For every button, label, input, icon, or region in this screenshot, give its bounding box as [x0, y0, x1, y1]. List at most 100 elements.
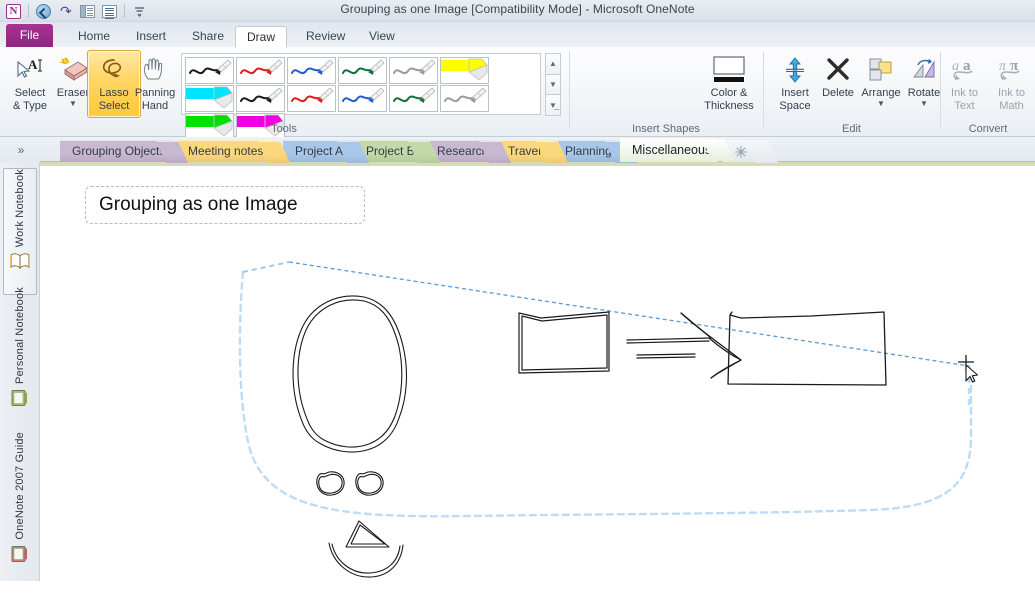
section-tab-label: Travel	[508, 144, 541, 158]
ink-drawing	[238, 261, 973, 578]
delete-icon	[825, 54, 851, 86]
page-canvas[interactable]: Grouping as one Image	[41, 166, 1035, 581]
ink-to-math-label-2: Math	[999, 100, 1024, 112]
notebook-work-notebook[interactable]: Work Notebook	[3, 168, 37, 295]
window-title: Grouping as one Image [Compatibility Mod…	[340, 2, 695, 16]
pen-gallery-scroll-up-icon[interactable]: ▲	[545, 53, 561, 75]
ink-to-text-label-2: Text	[954, 100, 975, 112]
ribbon-tab-insert[interactable]: Insert	[125, 26, 177, 48]
ribbon-group-insert-shapes: yxxyx ▲ ▼ ▼̲ Color & Thickness Insert Sh…	[570, 47, 762, 137]
color-thickness-icon	[707, 54, 751, 86]
highlighter-cyan[interactable]	[185, 85, 234, 112]
ink-to-math-button[interactable]: π π Ink to Math	[988, 50, 1035, 118]
rotate-icon	[910, 54, 938, 86]
pen-red[interactable]	[236, 57, 285, 84]
section-tab-label: Miscellaneous	[632, 143, 712, 157]
lasso-select-icon	[98, 54, 130, 86]
notebook-label: Work Notebook	[14, 169, 26, 248]
ink-smiley-face	[292, 295, 407, 578]
pen-black-thick[interactable]	[236, 85, 285, 112]
pen-blue[interactable]	[287, 57, 336, 84]
pen-green-thick[interactable]	[389, 85, 438, 112]
select-and-type-icon: A	[14, 54, 46, 86]
color-and-thickness-button[interactable]: Color & Thickness	[698, 50, 760, 118]
arrange-label: Arrange	[861, 87, 901, 99]
arrange-dropdown-caret-icon[interactable]: ▼	[877, 100, 885, 108]
ribbon-group-tools: A Select & Type Eraser ▼ Lasso Select Pa…	[0, 47, 568, 140]
title-bar: N ↶ Grouping as one Image [Compatibility…	[0, 0, 1035, 22]
pen-gallery-more-icon[interactable]: ▼̲	[545, 94, 561, 117]
ink-quadrilateral	[518, 311, 610, 374]
section-tab-miscellaneous[interactable]: Miscellaneous	[620, 138, 735, 162]
section-tab-label: Project B	[366, 144, 415, 158]
ribbon-group-insert-shapes-label: Insert Shapes	[632, 123, 700, 135]
ink-to-text-icon: a a	[950, 54, 980, 86]
notebook-book-icon	[9, 545, 31, 563]
pen-blue-thick[interactable]	[338, 85, 387, 112]
notebook-personal-notebook[interactable]: Personal Notebook	[3, 287, 37, 442]
pen-black[interactable]	[185, 57, 234, 84]
ink-rectangle	[727, 311, 887, 386]
ink-to-math-label-1: Ink to	[998, 87, 1025, 99]
notebook-onenote-2007-guide[interactable]: OneNote 2007 Guide	[3, 432, 37, 594]
section-tab-project-a[interactable]: Project A	[283, 140, 370, 163]
ribbon-tab-home[interactable]: Home	[67, 26, 121, 48]
ribbon-tab-review[interactable]: Review	[295, 26, 356, 48]
ribbon: A Select & Type Eraser ▼ Lasso Select Pa…	[0, 47, 1035, 140]
panning-hand-icon	[140, 54, 170, 86]
ink-to-text-label-1: Ink to	[951, 87, 978, 99]
pen-gray[interactable]	[389, 57, 438, 84]
eraser-icon	[56, 54, 90, 86]
insert-space-label-2: Space	[779, 100, 811, 112]
pen-gallery[interactable]	[181, 53, 541, 140]
insert-space-label-1: Insert	[781, 87, 809, 99]
color-thickness-label-1: Color &	[710, 87, 748, 99]
ribbon-tab-draw[interactable]: Draw	[235, 26, 288, 48]
ribbon-group-convert-label: Convert	[968, 123, 1008, 135]
ink-to-math-icon: π π	[997, 54, 1027, 86]
ribbon-tab-share[interactable]: Share	[181, 26, 235, 48]
section-tab-label: Meeting notes	[188, 144, 264, 158]
notebook-book-icon	[9, 252, 31, 270]
select-and-type-label-2: & Type	[12, 100, 48, 112]
arrange-icon	[867, 54, 895, 86]
pen-green[interactable]	[338, 57, 387, 84]
lasso-select-label-2: Select	[98, 100, 130, 112]
ribbon-group-edit: Insert Space Delete Arrange ▼ Rotate ▼ E…	[764, 47, 941, 137]
ribbon-tab-strip: File Home Insert Share Draw Review View	[0, 22, 1035, 48]
expand-navigation-button[interactable]: »	[10, 140, 32, 160]
notebook-navigation-rail: Work Notebook Personal Notebook OneNote 20…	[0, 162, 40, 581]
lasso-select-label-1: Lasso	[99, 87, 129, 99]
highlighter-yellow[interactable]	[440, 57, 489, 84]
panning-hand-button[interactable]: Panning Hand	[128, 50, 182, 118]
insert-space-icon	[781, 54, 809, 86]
eraser-dropdown-caret-icon[interactable]: ▼	[69, 100, 77, 108]
ribbon-group-tools-label: Tools	[271, 123, 297, 135]
notebook-label: Personal Notebook	[14, 287, 26, 384]
eraser-label: Eraser	[56, 87, 90, 99]
panning-hand-label-2: Hand	[141, 100, 169, 112]
rotate-label: Rotate	[907, 87, 941, 99]
section-tab-label: Project A	[295, 144, 344, 158]
delete-label: Delete	[822, 87, 854, 99]
ribbon-tab-file[interactable]: File	[6, 24, 53, 48]
lasso-crosshair-cursor	[957, 354, 985, 384]
pen-gallery-scroll-down-icon[interactable]: ▼	[545, 73, 561, 96]
rotate-dropdown-caret-icon[interactable]: ▼	[920, 100, 928, 108]
section-tab-label: Planning	[565, 144, 612, 158]
notebook-book-icon	[9, 389, 31, 407]
ribbon-tab-view[interactable]: View	[358, 26, 406, 48]
section-tab-label: Grouping Objects	[72, 144, 166, 158]
panning-hand-label-1: Panning	[134, 87, 176, 99]
pen-red-thick[interactable]	[287, 85, 336, 112]
pen-gray-thick[interactable]	[440, 85, 489, 112]
ribbon-group-convert: a a Ink to Text π π Ink to Math Convert	[941, 47, 1035, 137]
pen-gallery-scrollbar[interactable]: ▲ ▼ ▼̲	[545, 53, 561, 117]
section-tab-grouping-objects[interactable]: Grouping Objects	[60, 140, 189, 163]
color-thickness-label-2: Thickness	[704, 100, 754, 112]
select-and-type-label-1: Select	[14, 87, 46, 99]
svg-text:A: A	[28, 57, 38, 72]
section-tab-meeting-notes[interactable]: Meeting notes	[176, 140, 291, 163]
notebook-label: OneNote 2007 Guide	[14, 432, 26, 540]
ink-to-text-button[interactable]: a a Ink to Text	[941, 50, 988, 118]
